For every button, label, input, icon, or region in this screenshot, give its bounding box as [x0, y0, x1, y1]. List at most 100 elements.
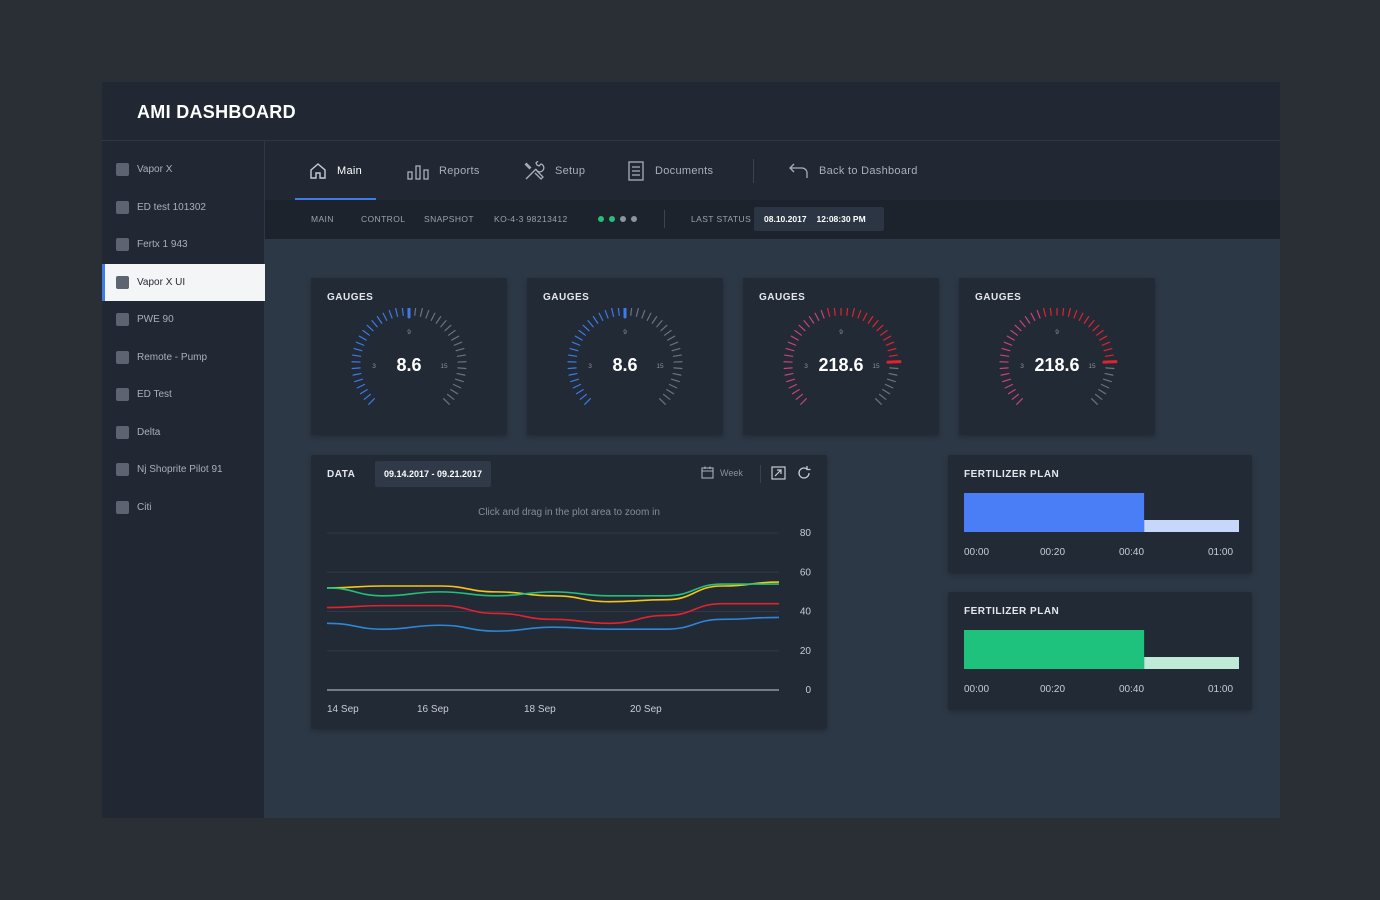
gauge-tick: [351, 367, 361, 370]
gauge-value: 8.6: [396, 355, 421, 375]
checkbox[interactable]: [116, 313, 129, 326]
gauge-scale-label: 3: [588, 363, 592, 370]
gauge-scale-label: 15: [1088, 363, 1096, 370]
gauge-tick: [798, 324, 806, 332]
gauge-tick: [784, 354, 794, 357]
gauge-scale-label: 15: [656, 363, 664, 370]
back-label: Back to Dashboard: [819, 164, 918, 177]
gauge-title: GAUGES: [759, 292, 806, 303]
gauge-scale-label: 3: [804, 363, 808, 370]
subnav-main[interactable]: MAIN: [311, 214, 334, 224]
gauge-tick: [451, 335, 460, 341]
gauge-tick: [666, 389, 675, 395]
plan-remaining-bar: [1144, 520, 1239, 532]
gauge-scale-label: 9: [1055, 329, 1059, 336]
gauge-tick: [1078, 312, 1084, 321]
checkbox[interactable]: [116, 388, 129, 401]
gauge-tick: [646, 312, 652, 321]
back-arrow-icon: [789, 163, 808, 178]
checkbox[interactable]: [116, 463, 129, 476]
time-label: 00:00: [964, 684, 989, 695]
gauge-tick: [598, 312, 604, 321]
time-label: 00:00: [964, 547, 989, 558]
subnav-control[interactable]: CONTROL: [361, 214, 405, 224]
gauge-tick: [455, 378, 464, 383]
sidebar-item-citi[interactable]: Citi: [102, 489, 265, 526]
gauge-tick: [872, 320, 879, 328]
gauge-tick: [617, 308, 620, 316]
gauge-tick: [1083, 316, 1090, 324]
gauge-tick: [1099, 335, 1108, 341]
gauge-tick: [582, 324, 590, 332]
x-tick-label: 14 Sep: [327, 704, 359, 715]
gauge-tick: [784, 372, 794, 376]
gauge-card: GAUGES 3 9 15 218.6: [959, 278, 1155, 435]
status-dots: [598, 216, 637, 222]
checkbox[interactable]: [116, 501, 129, 514]
y-tick-label: 60: [800, 567, 812, 578]
checkbox[interactable]: [116, 238, 129, 251]
gauge-tick: [630, 308, 633, 316]
gauge-tick: [453, 341, 463, 346]
checkbox[interactable]: [116, 201, 129, 214]
time-label: 00:40: [1119, 684, 1144, 695]
tab-main[interactable]: Main: [309, 141, 362, 200]
x-tick-label: 20 Sep: [630, 704, 662, 715]
line-chart[interactable]: 0 20 40 60 80 14 Sep 16 Sep 18 Sep 20 Sep: [311, 455, 827, 729]
sidebar-item-remote-pump[interactable]: Remote - Pump: [102, 339, 265, 376]
gauge-tick: [786, 378, 795, 383]
tab-label: Main: [337, 164, 363, 177]
sub-nav: MAIN CONTROL SNAPSHOT KO-4-3 98213412 LA…: [265, 200, 1280, 239]
gauge-tick: [356, 383, 366, 389]
sidebar-item-ed-test-101302[interactable]: ED test 101302: [102, 189, 265, 226]
sidebar-item-ed-test[interactable]: ED Test: [102, 376, 265, 413]
status-dot: [598, 216, 604, 222]
gauge-tick: [888, 372, 898, 376]
gauge-tick: [401, 308, 404, 316]
gauge-tick: [354, 378, 363, 383]
tab-documents[interactable]: Documents: [627, 141, 713, 200]
sidebar-item-delta[interactable]: Delta: [102, 414, 265, 451]
checkbox[interactable]: [116, 163, 129, 176]
gauge-tick: [1091, 398, 1098, 405]
status-time: 12:08:30 PM: [816, 214, 866, 224]
last-status-label: LAST STATUS: [691, 214, 752, 224]
fertilizer-progress: 00:00 00:20 00:40 01:00: [964, 630, 1239, 695]
gauge-tick: [667, 335, 676, 341]
sidebar-item-label: PWE 90: [137, 314, 174, 325]
gauge-tick: [376, 316, 383, 324]
subnav-snapshot[interactable]: SNAPSHOT: [424, 214, 474, 224]
sidebar-item-label: Nj Shoprite Pilot 91: [137, 464, 223, 475]
top-bar: AMI DASHBOARD: [102, 82, 1280, 141]
checkbox[interactable]: [116, 426, 129, 439]
gauge-tick: [1067, 308, 1071, 317]
tab-label: Reports: [439, 164, 480, 177]
sidebar-item-nj-shoprite[interactable]: Nj Shoprite Pilot 91: [102, 451, 265, 488]
back-to-dashboard-link[interactable]: Back to Dashboard: [787, 141, 918, 200]
gauge-tick: [882, 389, 891, 395]
gauge-tick: [651, 316, 658, 324]
sidebar-item-vapor-x-ui[interactable]: Vapor X UI: [102, 264, 265, 301]
status-dot: [631, 216, 637, 222]
tab-setup[interactable]: Setup: [523, 141, 585, 200]
tab-reports[interactable]: Reports: [407, 141, 480, 200]
tools-icon: [524, 160, 545, 180]
gauge-tick: [587, 320, 594, 328]
sidebar-item-vapor-x[interactable]: Vapor X: [102, 151, 265, 188]
fertilizer-plan-card: FERTILIZER PLAN 00:00 00:20 00:40 01:00: [948, 455, 1252, 573]
checkbox[interactable]: [116, 351, 129, 364]
gauge-tick: [827, 308, 831, 317]
gauge-tick: [425, 309, 430, 319]
gauge-tick: [1001, 347, 1011, 352]
gauge-tick: [1016, 398, 1023, 405]
sidebar-item-label: ED Test: [137, 389, 172, 400]
document-icon: [628, 160, 644, 181]
gauge-tick: [1003, 341, 1013, 346]
gauge-tick: [446, 393, 455, 400]
gauge-tick: [1094, 393, 1103, 400]
gauge-tick: [1014, 324, 1022, 332]
sidebar-item-pwe-90[interactable]: PWE 90: [102, 301, 265, 338]
gauge-tick: [672, 354, 682, 357]
sidebar-item-fertx[interactable]: Fertx 1 943: [102, 226, 265, 263]
checkbox[interactable]: [116, 276, 129, 289]
